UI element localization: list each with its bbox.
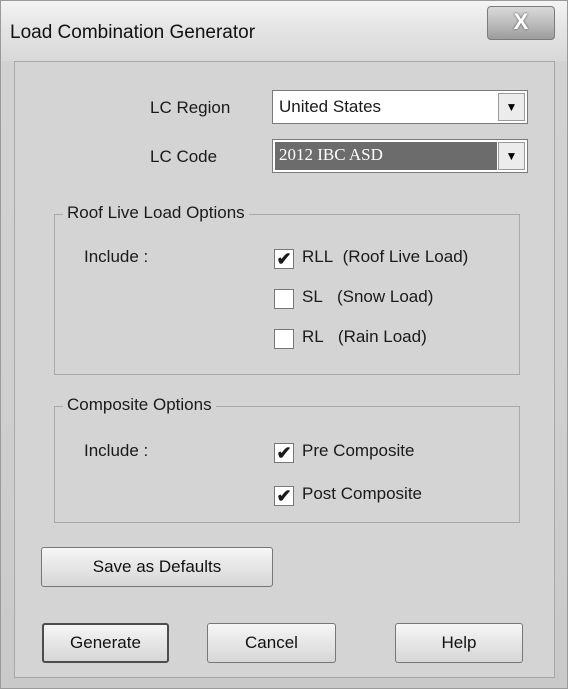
save-defaults-button[interactable]: Save as Defaults	[41, 547, 273, 587]
composite-title: Composite Options	[63, 395, 216, 415]
check-icon: ✔	[276, 443, 292, 463]
sl-option-label[interactable]: SL (Snow Load)	[302, 287, 433, 307]
cancel-button[interactable]: Cancel	[207, 623, 336, 663]
roof-live-load-group: Roof Live Load Options Include : ✔ RLL (…	[54, 203, 520, 375]
generate-button[interactable]: Generate	[42, 623, 169, 663]
dialog-client-area: LC Region United States ▼ LC Code 2012 I…	[14, 61, 555, 678]
pre-composite-label[interactable]: Pre Composite	[302, 441, 414, 461]
lc-region-label: LC Region	[150, 98, 231, 117]
dialog-window: Load Combination Generator X LC Region U…	[0, 0, 568, 689]
close-icon: X	[513, 9, 529, 34]
close-button[interactable]: X	[487, 6, 555, 40]
window-title: Load Combination Generator	[10, 22, 256, 43]
rll-option-label[interactable]: RLL (Roof Live Load)	[302, 247, 468, 267]
chevron-down-icon[interactable]: ▼	[498, 142, 525, 170]
lc-region-value: United States	[279, 97, 382, 116]
title-bar[interactable]: Load Combination Generator X	[1, 1, 567, 61]
help-button[interactable]: Help	[395, 623, 523, 663]
sl-checkbox[interactable]	[274, 289, 294, 309]
rll-checkbox[interactable]: ✔	[274, 249, 294, 269]
composite-include-label: Include :	[84, 441, 149, 460]
roof-include-label: Include :	[84, 247, 149, 266]
check-icon: ✔	[276, 486, 292, 506]
lc-region-select[interactable]: United States ▼	[272, 90, 528, 124]
lc-code-label: LC Code	[150, 147, 218, 166]
composite-group: Composite Options Include : ✔ Pre Compos…	[54, 395, 520, 523]
chevron-down-icon[interactable]: ▼	[498, 93, 525, 121]
pre-composite-checkbox[interactable]: ✔	[274, 443, 294, 463]
roof-live-load-title: Roof Live Load Options	[63, 203, 249, 223]
post-composite-checkbox[interactable]: ✔	[274, 486, 294, 506]
rl-option-label[interactable]: RL (Rain Load)	[302, 327, 427, 347]
check-icon: ✔	[276, 249, 292, 269]
lc-code-value: 2012 IBC ASD	[279, 145, 383, 164]
post-composite-label[interactable]: Post Composite	[302, 484, 422, 504]
rl-checkbox[interactable]	[274, 329, 294, 349]
lc-code-select[interactable]: 2012 IBC ASD ▼	[272, 139, 528, 173]
